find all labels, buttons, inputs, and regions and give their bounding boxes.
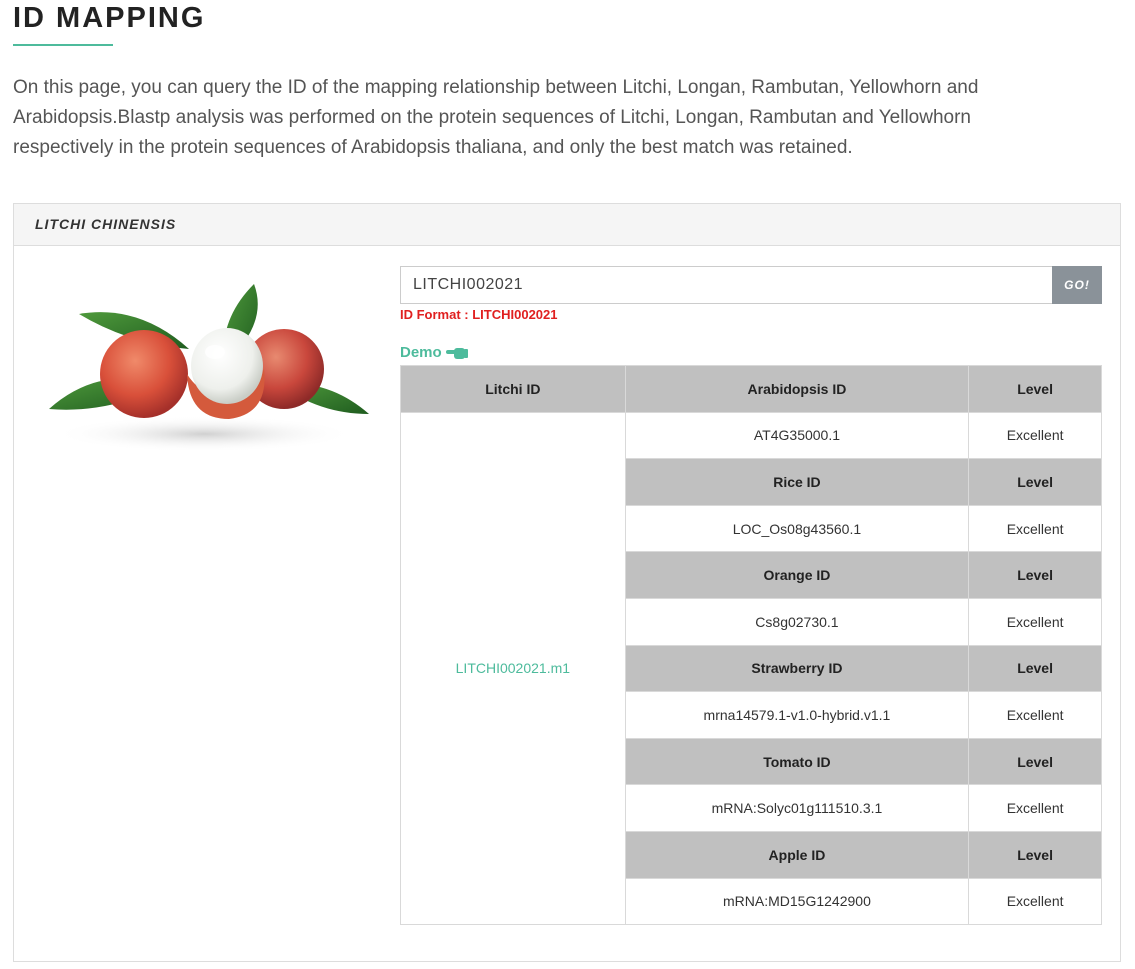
strawberry-id-value: mrna14579.1-v1.0-hybrid.v1.1 bbox=[624, 691, 970, 739]
id-format-hint: ID Format : LITCHI002021 bbox=[400, 307, 558, 322]
arabidopsis-level-value: Excellent bbox=[968, 411, 1102, 460]
level-header: Level bbox=[968, 830, 1102, 879]
litchi-id-header: Litchi ID bbox=[400, 365, 626, 413]
table-row: LITCHI002021.m1 AT4G35000.1 Excellent bbox=[400, 411, 1102, 926]
level-header: Level bbox=[968, 551, 1102, 599]
level-header: Level bbox=[968, 365, 1102, 413]
arabidopsis-id-value: AT4G35000.1 bbox=[624, 411, 970, 460]
orange-id-value: Cs8g02730.1 bbox=[624, 597, 970, 646]
level-header: Level bbox=[968, 644, 1102, 693]
species-id-header: Rice ID bbox=[624, 458, 970, 506]
tomato-id-value: mRNA:Solyc01g111510.3.1 bbox=[624, 784, 970, 832]
species-panel: LITCHI CHINENSIS LITCHI002021 GO! ID For… bbox=[13, 203, 1121, 962]
page-title: ID MAPPING bbox=[13, 2, 206, 34]
page-intro: On this page, you can query the ID of th… bbox=[13, 77, 979, 158]
species-id-header: Strawberry ID bbox=[624, 644, 970, 693]
litchi-fruit-image bbox=[49, 284, 369, 452]
level-header: Level bbox=[968, 458, 1102, 506]
litchi-id-value: LITCHI002021.m1 bbox=[400, 411, 626, 926]
search-bar: GO! bbox=[400, 266, 1102, 304]
panel-heading: LITCHI CHINENSIS bbox=[14, 204, 1120, 246]
demo-label: Demo bbox=[400, 344, 442, 361]
pointing-hand-icon bbox=[445, 347, 468, 359]
apple-id-value: mRNA:MD15G1242900 bbox=[624, 877, 970, 926]
orange-level-value: Excellent bbox=[968, 597, 1102, 646]
tomato-level-value: Excellent bbox=[968, 784, 1102, 832]
species-id-header: Tomato ID bbox=[624, 737, 970, 786]
rice-id-value: LOC_Os08g43560.1 bbox=[624, 504, 970, 553]
species-id-header: Apple ID bbox=[624, 830, 970, 879]
strawberry-level-value: Excellent bbox=[968, 691, 1102, 739]
species-id-header: Arabidopsis ID bbox=[624, 365, 970, 413]
mapping-results-table: Litchi ID Arabidopsis ID Level LITCHI002… bbox=[400, 365, 1102, 926]
title-underline bbox=[13, 44, 113, 46]
go-button[interactable]: GO! bbox=[1052, 266, 1102, 304]
species-id-header: Orange ID bbox=[624, 551, 970, 599]
apple-level-value: Excellent bbox=[968, 877, 1102, 926]
level-header: Level bbox=[968, 737, 1102, 786]
rice-level-value: Excellent bbox=[968, 504, 1102, 553]
demo-link[interactable]: Demo bbox=[400, 344, 468, 361]
table-row: Litchi ID Arabidopsis ID Level bbox=[400, 365, 1102, 413]
gene-id-input[interactable] bbox=[400, 266, 1052, 304]
